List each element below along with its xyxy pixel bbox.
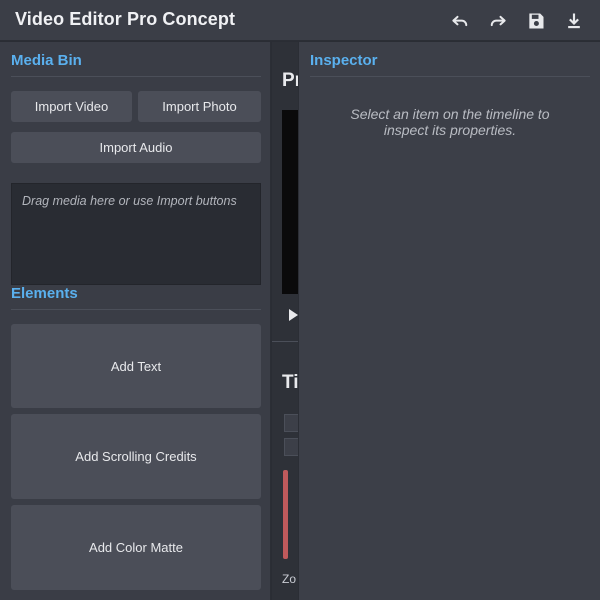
undo-icon[interactable] <box>448 9 472 33</box>
header-toolbar <box>448 9 586 33</box>
inspector-divider <box>310 76 590 77</box>
save-icon[interactable] <box>524 9 548 33</box>
import-photo-button[interactable]: Import Photo <box>138 91 261 122</box>
app-header: Video Editor Pro Concept <box>0 0 600 41</box>
app-title: Video Editor Pro Concept <box>15 9 236 29</box>
inspector-empty-message: Select an item on the timeline to inspec… <box>299 106 600 138</box>
add-color-matte-button[interactable]: Add Color Matte <box>11 505 261 590</box>
media-bin-title: Media Bin <box>11 52 82 69</box>
media-bin-divider <box>11 76 261 77</box>
redo-icon[interactable] <box>486 9 510 33</box>
import-video-button[interactable]: Import Video <box>11 91 132 122</box>
timeline-heading: Ti <box>282 372 299 393</box>
left-panel: Media Bin Import Video Import Photo Impo… <box>0 42 271 600</box>
inspector-message-line2: inspect its properties. <box>383 122 517 138</box>
add-scrolling-credits-button[interactable]: Add Scrolling Credits <box>11 414 261 499</box>
import-audio-button[interactable]: Import Audio <box>11 132 261 163</box>
inspector-panel: Inspector Select an item on the timeline… <box>298 42 600 600</box>
elements-title: Elements <box>11 285 78 302</box>
zoom-label: Zo <box>282 572 297 586</box>
media-dropzone[interactable]: Drag media here or use Import buttons <box>11 183 261 285</box>
timeline-clip[interactable] <box>283 470 288 559</box>
inspector-message-line1: Select an item on the timeline to <box>350 106 550 122</box>
add-text-button[interactable]: Add Text <box>11 324 261 408</box>
download-icon[interactable] <box>562 9 586 33</box>
elements-divider <box>11 309 261 310</box>
inspector-title: Inspector <box>310 52 378 69</box>
dropzone-hint: Drag media here or use Import buttons <box>22 194 237 208</box>
